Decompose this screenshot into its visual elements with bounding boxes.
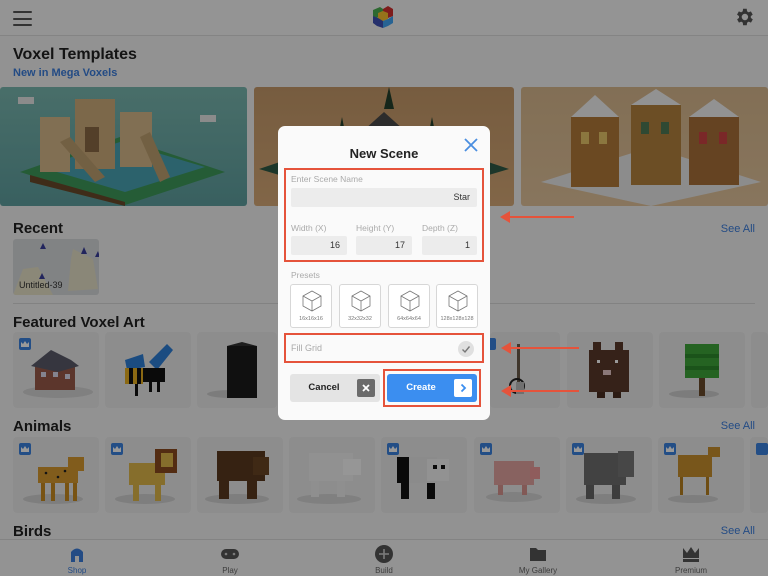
annotation-arrow <box>501 342 579 354</box>
scene-name-input[interactable]: Star <box>291 188 477 207</box>
scene-name-label: Enter Scene Name <box>291 174 363 184</box>
cube-icon <box>351 290 371 312</box>
app-root: Voxel Templates New in Mega Voxels Recen… <box>0 0 768 576</box>
depth-input[interactable]: 1 <box>422 236 477 255</box>
create-label: Create <box>406 382 436 393</box>
new-scene-dialog: New Scene Enter Scene Name Star Width (X… <box>278 126 490 420</box>
cube-icon <box>400 290 420 312</box>
preset-label: 128x128x128 <box>440 316 474 322</box>
fill-grid-label: Fill Grid <box>291 343 322 353</box>
depth-label: Depth (Z) <box>422 223 458 233</box>
fill-grid-toggle[interactable]: Fill Grid <box>290 338 478 360</box>
annotation-arrow <box>500 211 574 223</box>
preset-16x16x16[interactable]: 16x16x16 <box>290 284 332 328</box>
close-icon <box>357 379 375 397</box>
checkmark-icon[interactable] <box>458 341 474 357</box>
preset-label: 16x16x16 <box>299 316 323 322</box>
preset-64x64x64[interactable]: 64x64x64 <box>388 284 430 328</box>
preset-label: 32x32x32 <box>348 316 372 322</box>
presets-label: Presets <box>291 270 320 280</box>
dialog-title: New Scene <box>349 146 419 161</box>
height-input[interactable]: 17 <box>356 236 412 255</box>
create-button[interactable]: Create <box>387 374 477 402</box>
chevron-right-icon <box>454 379 472 397</box>
width-label: Width (X) <box>291 223 327 233</box>
height-label: Height (Y) <box>356 223 395 233</box>
cancel-button[interactable]: Cancel <box>290 374 380 402</box>
annotation-arrow <box>501 385 579 397</box>
cube-icon <box>448 290 468 312</box>
cancel-label: Cancel <box>308 382 340 393</box>
preset-32x32x32[interactable]: 32x32x32 <box>339 284 381 328</box>
preset-128x128x128[interactable]: 128x128x128 <box>436 284 478 328</box>
close-icon[interactable] <box>462 136 480 154</box>
preset-label: 64x64x64 <box>397 316 421 322</box>
width-input[interactable]: 16 <box>291 236 347 255</box>
cube-icon <box>302 290 322 312</box>
